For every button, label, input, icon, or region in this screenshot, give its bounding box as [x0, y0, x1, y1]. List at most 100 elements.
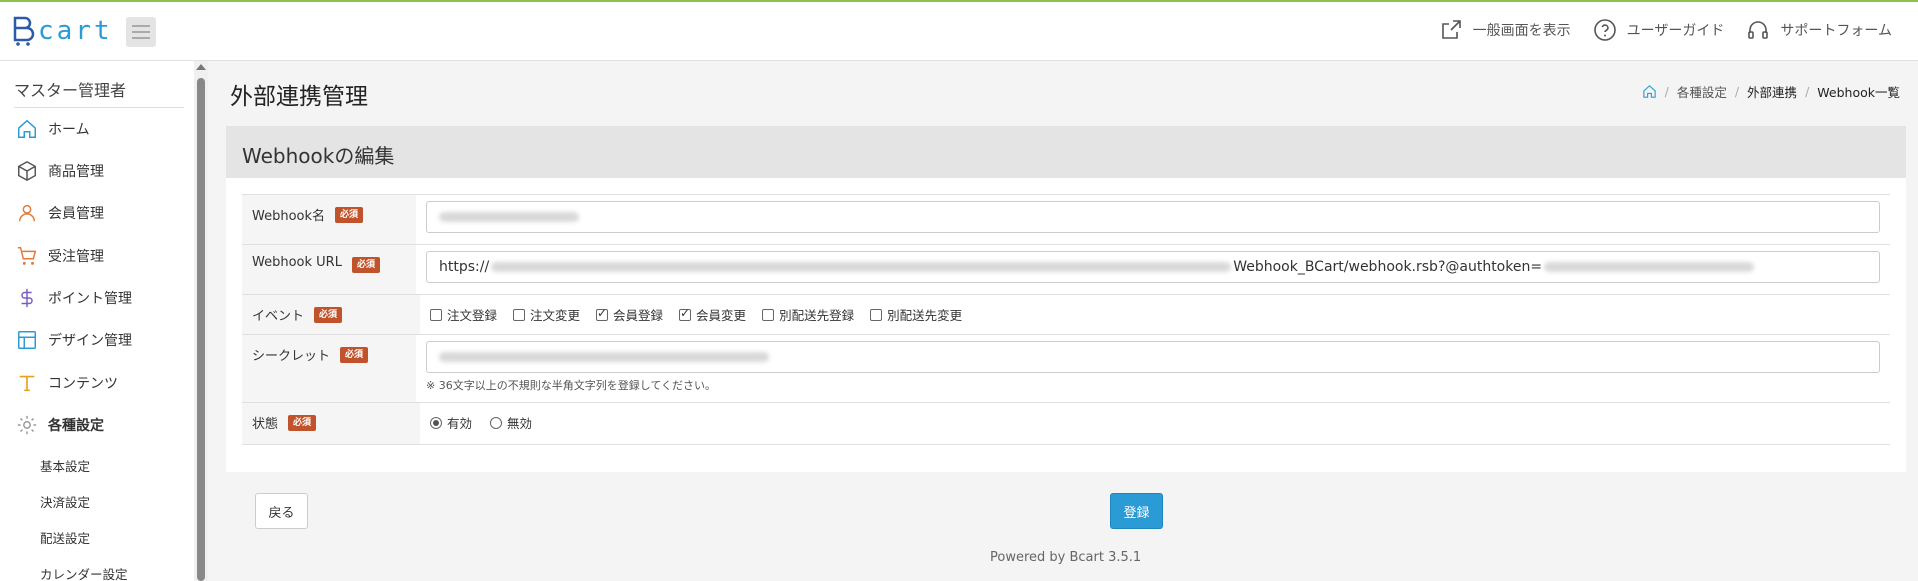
- event-checkbox-shipto-update[interactable]: 別配送先変更: [870, 305, 962, 324]
- sidebar-item-label: 商品管理: [48, 164, 104, 180]
- sidebar-subitem-basic[interactable]: 基本設定: [40, 456, 90, 475]
- radio-selected[interactable]: [430, 416, 442, 429]
- breadcrumb-separator: /: [1805, 84, 1810, 99]
- checkbox-checked[interactable]: [596, 306, 609, 321]
- sidebar-role-title: マスター管理者: [14, 81, 127, 100]
- sidebar-item-label: 受注管理: [48, 249, 104, 265]
- help-circle-icon: [1593, 19, 1616, 41]
- webhook-name-label: Webhook名: [252, 209, 326, 224]
- footer-powered-by: Powered by Bcart 3.5.1: [990, 550, 1142, 565]
- redacted-text: [439, 212, 579, 222]
- checkbox-label: 別配送先変更: [887, 308, 963, 323]
- event-checkbox-shipto-create[interactable]: 別配送先登録: [762, 305, 854, 324]
- status-label: 状態: [252, 417, 279, 432]
- text-icon: [19, 375, 35, 392]
- webhook-url-label: Webhook URL: [252, 255, 342, 270]
- webhook-form: Webhook名 必須 Webhook URL 必須 https:// Webh…: [242, 194, 1890, 445]
- page-title: 外部連携管理: [230, 84, 368, 110]
- sidebar-item-label: コンテンツ: [48, 376, 118, 392]
- redacted-text: [439, 352, 769, 362]
- sidebar-item-settings[interactable]: 各種設定: [16, 414, 104, 436]
- sidebar-item-points[interactable]: ポイント管理: [16, 287, 132, 309]
- dollar-icon: [21, 288, 33, 308]
- sidebar-item-home[interactable]: ホーム: [16, 118, 90, 140]
- checkbox[interactable]: [513, 308, 526, 321]
- form-row-events: イベント 必須 注文登録 注文変更 会員登録 会員変更 別配送先登録 別配送先変…: [242, 295, 1890, 335]
- checkbox-label: 注文登録: [447, 308, 498, 323]
- form-row-name: Webhook名 必須: [242, 195, 1890, 245]
- breadcrumb: / 各種設定 / 外部連携 / Webhook一覧: [1642, 82, 1900, 101]
- status-radio-inactive[interactable]: 無効: [490, 413, 532, 432]
- user-guide-link[interactable]: ユーザーガイド: [1593, 18, 1724, 42]
- layout-icon: [18, 331, 36, 349]
- sidebar-divider: [14, 107, 184, 108]
- breadcrumb-home-icon[interactable]: [1642, 84, 1657, 99]
- scroll-up-arrow-icon[interactable]: [196, 64, 206, 70]
- support-form-link[interactable]: サポートフォーム: [1746, 18, 1892, 42]
- checkbox-label: 注文変更: [530, 308, 581, 323]
- required-badge: 必須: [288, 415, 317, 431]
- breadcrumb-separator: /: [1664, 84, 1669, 99]
- sidebar-subitem-calendar[interactable]: カレンダー設定: [40, 564, 128, 581]
- sidebar-item-orders[interactable]: 受注管理: [16, 245, 104, 267]
- event-checkbox-member-create[interactable]: 会員登録: [596, 305, 663, 324]
- form-row-url: Webhook URL 必須 https:// Webhook_BCart/we…: [242, 245, 1890, 295]
- register-button[interactable]: 登録: [1110, 493, 1163, 529]
- breadcrumb-item-settings[interactable]: 各種設定: [1677, 82, 1727, 101]
- gear-icon: [17, 415, 37, 435]
- url-suffix-text: Webhook_BCart/webhook.rsb?@authtoken=: [1233, 259, 1543, 275]
- redacted-text: [491, 262, 1232, 272]
- sidebar-item-label: 会員管理: [48, 206, 104, 222]
- breadcrumb-item-integration[interactable]: 外部連携: [1747, 82, 1797, 101]
- logo-text: cart: [38, 16, 113, 46]
- status-radio-active[interactable]: 有効: [430, 413, 472, 432]
- breadcrumb-separator: /: [1734, 84, 1740, 99]
- checkbox-checked[interactable]: [679, 306, 692, 321]
- checkbox[interactable]: [870, 308, 883, 321]
- event-checkbox-member-update[interactable]: 会員変更: [679, 305, 746, 324]
- checkbox[interactable]: [762, 308, 775, 321]
- url-prefix-text: https://: [439, 259, 490, 275]
- sidebar-scroll-thumb[interactable]: [197, 78, 205, 581]
- user-icon: [18, 204, 36, 222]
- headset-icon: [1748, 21, 1769, 39]
- external-link-icon: [1441, 20, 1461, 39]
- form-row-status: 状態 必須 有効 無効: [242, 403, 1890, 445]
- view-storefront-link[interactable]: 一般画面を表示: [1439, 18, 1571, 42]
- required-badge: 必須: [351, 257, 380, 273]
- required-badge: 必須: [335, 207, 364, 223]
- breadcrumb-item-webhook-list[interactable]: Webhook一覧: [1817, 82, 1900, 101]
- radio[interactable]: [490, 416, 503, 429]
- logo-b-icon: [13, 16, 35, 46]
- radio-label: 有効: [447, 416, 473, 431]
- sidebar-item-products[interactable]: 商品管理: [16, 160, 104, 182]
- sidebar-item-label: ホーム: [48, 122, 90, 138]
- view-storefront-label: 一般画面を表示: [1472, 23, 1571, 39]
- sidebar-item-label: デザイン管理: [48, 333, 132, 349]
- home-icon: [18, 119, 36, 138]
- secret-label: シークレット: [252, 349, 331, 364]
- sidebar-subitem-payment[interactable]: 決済設定: [40, 492, 90, 511]
- sidebar-item-label: 各種設定: [48, 418, 104, 434]
- sidebar: マスター管理者 ホーム 商品管理 会員管理 受注管理 ポイント管理 デザイン管理…: [0, 61, 208, 581]
- event-checkbox-order-update[interactable]: 注文変更: [513, 305, 580, 324]
- back-button[interactable]: 戻る: [255, 493, 308, 529]
- secret-input[interactable]: [426, 341, 1880, 373]
- webhook-name-input[interactable]: [426, 201, 1880, 233]
- checkbox[interactable]: [430, 308, 442, 321]
- sidebar-subitem-shipping[interactable]: 配送設定: [40, 528, 90, 547]
- required-badge: 必須: [340, 347, 369, 363]
- radio-label: 無効: [507, 416, 533, 431]
- panel-title: Webhookの編集: [226, 126, 1906, 178]
- support-form-label: サポートフォーム: [1780, 23, 1892, 39]
- bcart-logo[interactable]: cart: [12, 16, 113, 46]
- sidebar-item-design[interactable]: デザイン管理: [16, 329, 132, 351]
- menu-toggle-button[interactable]: [126, 17, 156, 47]
- sidebar-item-contents[interactable]: コンテンツ: [16, 372, 118, 394]
- event-label: イベント: [252, 309, 305, 324]
- sidebar-item-label: ポイント管理: [48, 291, 132, 307]
- sidebar-item-members[interactable]: 会員管理: [16, 202, 104, 224]
- event-checkbox-order-create[interactable]: 注文登録: [430, 305, 497, 324]
- box-icon: [18, 160, 36, 182]
- webhook-url-input[interactable]: https:// Webhook_BCart/webhook.rsb?@auth…: [426, 251, 1880, 283]
